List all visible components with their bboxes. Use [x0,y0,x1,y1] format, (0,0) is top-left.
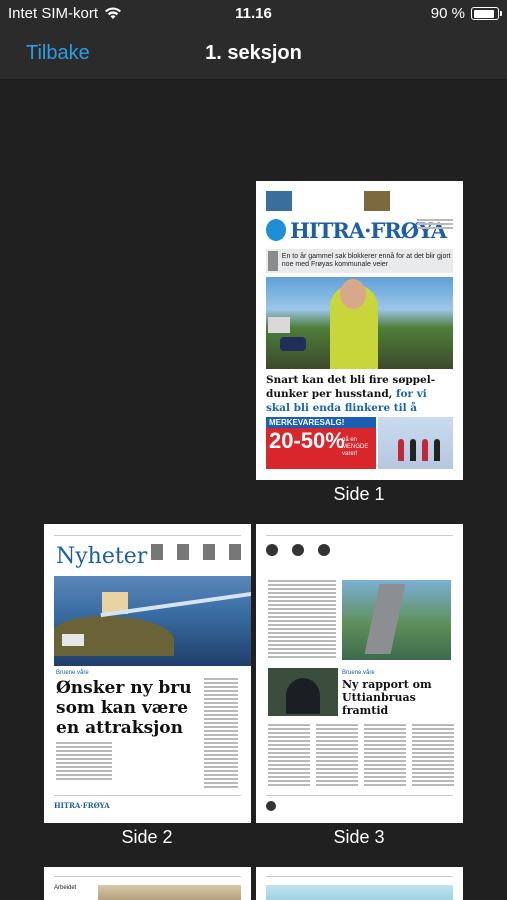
navigation-bar: Tilbake 1. seksjon [0,28,507,80]
portrait-image [268,251,278,271]
ad-subtext: på en MENGDE varer! [342,437,369,457]
footer-brand: HITRA·FRØYA [54,801,110,810]
battery-fill [473,9,495,18]
status-right: 90 % [430,5,502,22]
page-thumbnail-1[interactable]: HITRA·FRØYA En to år gammel sak blokkere… [256,181,463,480]
pages-grid: HITRA·FRØYA En to år gammel sak blokkere… [0,80,507,900]
strip-text: En to år gammel sak blokkerer ennå for a… [281,253,451,268]
runner [410,439,416,461]
front-teasers [266,191,453,217]
bridge-photo [342,580,451,660]
article-headline: Ny rapport om Uttianbruas framtid [342,678,432,717]
runner [398,439,404,461]
photo-car [280,337,306,351]
page-label-2: Side 2 [121,827,173,847]
reporter-faces [151,544,241,560]
footer-logo-icon [266,800,276,811]
photo-arch [286,678,320,714]
article-kicker: Bruene våre [56,670,89,676]
page-4-image [98,885,241,900]
page-thumbnail-4[interactable]: Arbeidet [44,867,251,900]
page-header-line [54,530,241,536]
reporter-photo [151,544,163,560]
article-columns [268,580,336,660]
page-5-image [266,885,453,900]
instagram-icon [318,544,330,556]
sale-ad: MERKEVARESALG! 20-50% på en MENGDE varer… [266,417,376,469]
battery-percent: 90 % [430,5,465,22]
twitter-icon [266,544,278,556]
reporter-photo [203,544,215,560]
page-footer [266,795,453,815]
section-title: Nyheter [56,544,148,569]
battery-icon [471,7,502,20]
photo-building [62,634,84,646]
tunnel-photo [268,668,338,716]
page-4-text: Arbeidet [54,885,77,891]
runner [422,439,428,461]
runner [434,439,440,461]
article-headline: Ønsker ny bru som kan være en attraksjon [56,678,192,738]
photo-bridge [364,584,406,654]
article-column [204,678,238,790]
page-footer: HITRA·FRØYA [54,795,241,815]
page-label-3: Side 3 [333,827,385,847]
runners-ad [378,417,453,469]
reporter-photo [229,544,241,560]
bridge-photo [54,576,251,666]
issue-meta [417,219,453,231]
article-body [268,724,454,788]
logo-mark-icon [266,219,287,241]
page-label-1: Side 1 [333,484,385,504]
photo-head [340,279,366,309]
page-thumbnail-3[interactable]: Bruene våre Ny rapport om Uttianbruas fr… [256,524,463,823]
page-thumbnail-5[interactable] [256,867,463,900]
photo-house [268,317,290,333]
social-icons [266,544,453,556]
teaser-image [266,191,292,211]
page-header-line [54,871,241,877]
reporter-photo [177,544,189,560]
article-kicker: Bruene våre [342,670,375,676]
teaser-1 [266,191,356,217]
page-header-line [266,530,453,536]
teaser-image [363,191,390,211]
facebook-icon [292,544,304,556]
page-thumbnail-2[interactable]: Nyheter Bruene våre Ønsker ny bru som ka… [44,524,251,823]
page-header-line [266,871,453,877]
article-body [56,742,112,782]
front-photo [266,277,453,369]
news-strip: En to år gammel sak blokkerer ennå for a… [266,249,453,273]
teaser-2 [363,191,454,217]
ad-title: MERKEVARESALG! [266,417,376,428]
page-title: 1. seksjon [205,42,302,64]
status-bar: Intet SIM-kort 11.16 90 % [0,0,507,28]
